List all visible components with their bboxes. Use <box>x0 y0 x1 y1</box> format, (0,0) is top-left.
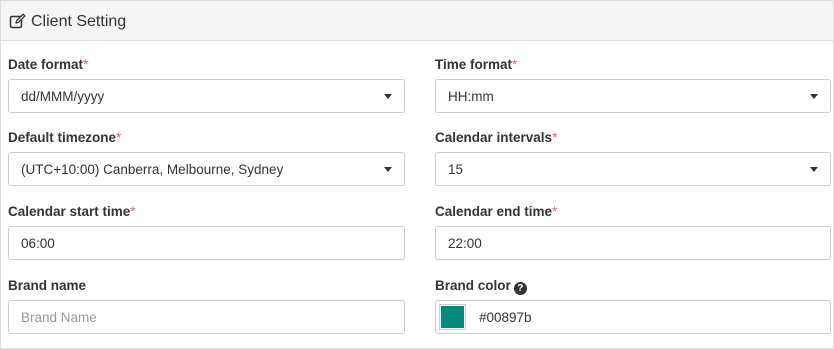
panel-heading: Client Setting <box>1 1 833 41</box>
brand-color-input[interactable]: #00897b <box>435 300 831 334</box>
calendar-intervals-value: 15 <box>448 162 464 177</box>
caret-down-icon <box>384 94 392 99</box>
calendar-start-time-label: Calendar start time* <box>8 204 136 219</box>
calendar-intervals-label: Calendar intervals* <box>435 130 558 145</box>
time-format-select[interactable]: HH:mm <box>435 79 831 113</box>
client-setting-panel: Client Setting Date format* dd/MMM/yyyy … <box>0 0 834 349</box>
default-timezone-value: (UTC+10:00) Canberra, Melbourne, Sydney <box>21 162 284 177</box>
required-mark: * <box>116 130 122 145</box>
default-timezone-label: Default timezone* <box>8 130 122 145</box>
question-circle-icon[interactable]: ? <box>513 282 527 295</box>
calendar-end-time-input[interactable]: 22:00 <box>435 226 831 260</box>
brand-color-label: Brand color? <box>435 277 527 295</box>
calendar-end-time-label: Calendar end time* <box>435 204 558 219</box>
date-format-value: dd/MMM/yyyy <box>21 89 105 104</box>
time-format-value: HH:mm <box>448 89 494 104</box>
required-mark: * <box>552 130 558 145</box>
panel-title: Client Setting <box>31 13 127 30</box>
caret-down-icon <box>810 167 818 172</box>
default-timezone-select[interactable]: (UTC+10:00) Canberra, Melbourne, Sydney <box>8 152 405 186</box>
caret-down-icon <box>810 94 818 99</box>
brand-name-label: Brand name <box>8 278 87 293</box>
time-format-label: Time format* <box>435 57 518 72</box>
color-swatch-fill <box>441 306 464 328</box>
date-format-label: Date format* <box>8 57 89 72</box>
brand-name-input[interactable]: Brand Name <box>8 300 405 334</box>
calendar-end-time-value: 22:00 <box>448 236 482 251</box>
required-mark: * <box>552 204 558 219</box>
brand-color-value: #00897b <box>479 310 532 325</box>
caret-down-icon <box>384 167 392 172</box>
date-format-select[interactable]: dd/MMM/yyyy <box>8 79 405 113</box>
required-mark: * <box>83 57 89 72</box>
required-mark: * <box>130 204 136 219</box>
calendar-intervals-select[interactable]: 15 <box>435 152 831 186</box>
brand-name-placeholder: Brand Name <box>21 310 97 325</box>
calendar-start-time-value: 06:00 <box>21 236 55 251</box>
edit-icon <box>9 13 26 29</box>
color-swatch[interactable] <box>439 304 466 330</box>
required-mark: * <box>512 57 518 72</box>
calendar-start-time-input[interactable]: 06:00 <box>8 226 405 260</box>
